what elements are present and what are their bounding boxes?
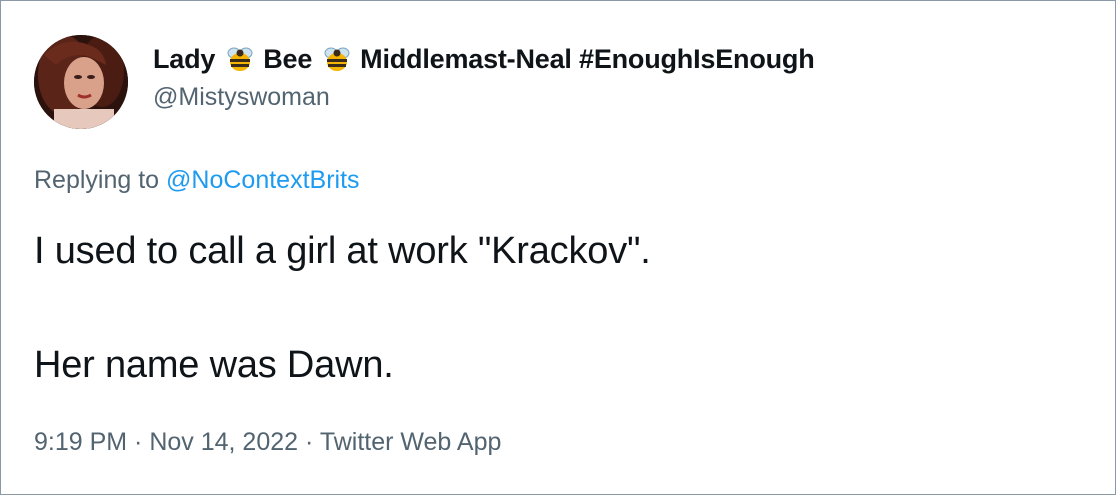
meta-separator: · [298, 428, 320, 456]
tweet-card: Lady Bee Middlemast-Neal #EnoughIsEnough… [0, 0, 1116, 495]
display-name-part-1: Lady [153, 43, 216, 74]
meta-separator: · [127, 428, 150, 456]
display-name-part-3: Middlemast-Neal #EnoughIsEnough [360, 43, 815, 74]
tweet-source[interactable]: Twitter Web App [320, 428, 502, 456]
display-name-part-2: Bee [263, 43, 313, 74]
tweet-text-line: I used to call a girl at work "Krackov". [34, 230, 651, 272]
tweet-time[interactable]: 9:19 PM [34, 428, 127, 456]
avatar[interactable] [34, 35, 128, 129]
replying-to-label: Replying to [34, 166, 167, 194]
avatar-image [34, 35, 128, 129]
author-handle[interactable]: @Mistyswoman [153, 83, 330, 112]
replying-to: Replying to @NoContextBrits [34, 166, 360, 195]
tweet-date[interactable]: Nov 14, 2022 [149, 428, 298, 456]
tweet-meta: 9:19 PM · Nov 14, 2022 · Twitter Web App [34, 428, 501, 457]
bee-icon [225, 44, 255, 74]
reply-mention-link[interactable]: @NoContextBrits [166, 166, 360, 194]
tweet-text-line: Her name was Dawn. [34, 344, 394, 386]
bee-icon [322, 44, 352, 74]
author-display-name[interactable]: Lady Bee Middlemast-Neal #EnoughIsEnough [153, 41, 815, 77]
